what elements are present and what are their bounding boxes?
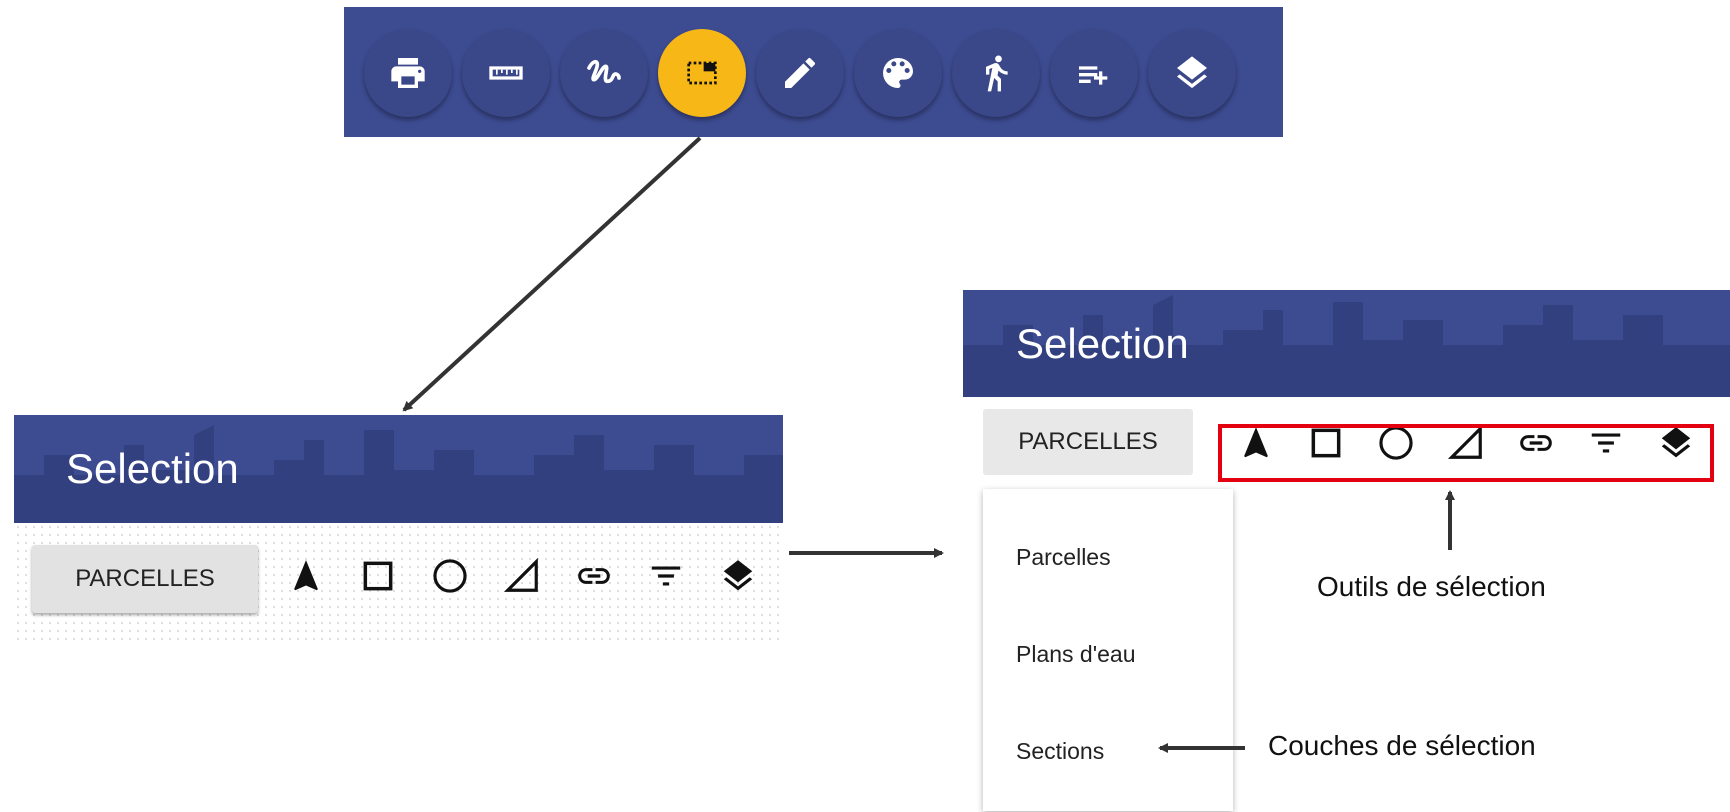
edit-button[interactable] [756, 29, 844, 117]
map-toolbar [344, 7, 1283, 137]
panel-header: Selection [14, 415, 783, 523]
measure-button[interactable] [462, 29, 550, 117]
layers-icon [1177, 56, 1207, 89]
route-button[interactable] [952, 29, 1040, 117]
palette-icon [883, 58, 913, 88]
navigation-arrow-icon [294, 560, 318, 591]
selection-tools-highlight [1218, 424, 1714, 482]
panel-title: Selection [66, 445, 239, 492]
selection-tools [270, 557, 774, 595]
selection-icon [687, 61, 717, 85]
panel-header: Selection [963, 290, 1730, 397]
printer-icon [391, 58, 425, 88]
print-button[interactable] [364, 29, 452, 117]
circle-icon [433, 559, 467, 593]
square-icon [363, 561, 393, 591]
selection-button[interactable] [658, 29, 746, 117]
layers-select-button[interactable] [702, 557, 774, 595]
freehand-button[interactable] [560, 29, 648, 117]
annotation-layers: Couches de sélection [1268, 730, 1536, 761]
filter-icon [651, 566, 681, 586]
link-select-button[interactable] [558, 557, 630, 595]
filter-button[interactable] [630, 557, 702, 595]
layer-select-button[interactable]: PARCELLES [32, 545, 258, 613]
walking-person-icon [986, 55, 1008, 92]
dropdown-item-sections[interactable]: Sections [1016, 738, 1104, 765]
arrow-toolbar-to-panel [402, 136, 702, 412]
layers-icon [723, 560, 753, 591]
annotation-tools: Outils de sélection [1317, 571, 1546, 602]
circle-select-button[interactable] [414, 557, 486, 595]
layers-button[interactable] [1148, 29, 1236, 117]
link-icon [578, 568, 610, 584]
style-button[interactable] [854, 29, 942, 117]
freehand-draw-icon [587, 59, 621, 84]
triangle-icon [503, 557, 538, 592]
selection-panel-collapsed: Selection PARCELLES [14, 415, 783, 640]
add-list-button[interactable] [1050, 29, 1138, 117]
layer-dropdown-menu: Parcelles Plans d'eau Sections [983, 489, 1233, 811]
pencil-icon [785, 57, 816, 88]
panel-title: Selection [1016, 320, 1189, 367]
ruler-icon [489, 66, 523, 80]
playlist-add-icon [1079, 66, 1108, 85]
panel-toolbar: PARCELLES [14, 523, 783, 640]
dropdown-item-plans-d-eau[interactable]: Plans d'eau [1016, 641, 1135, 668]
polygon-select-button[interactable] [486, 557, 558, 595]
point-select-button[interactable] [270, 557, 342, 595]
rectangle-select-button[interactable] [342, 557, 414, 595]
layer-select-button[interactable]: PARCELLES [983, 409, 1193, 475]
dropdown-item-parcelles[interactable]: Parcelles [1016, 544, 1111, 571]
